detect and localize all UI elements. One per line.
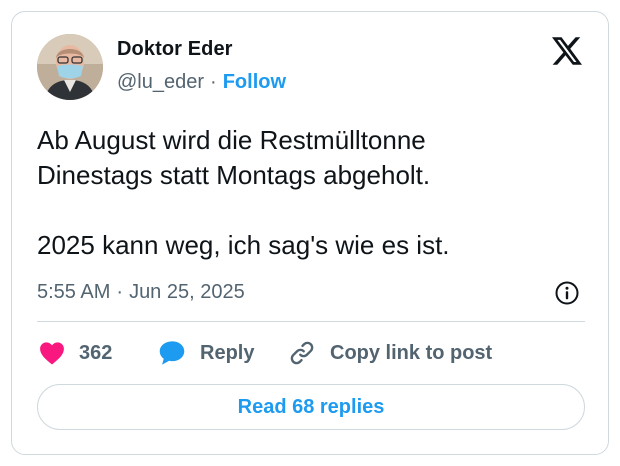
like-button[interactable]: 362 [39, 338, 112, 368]
post-time: 5:55 AM [37, 281, 111, 303]
divider [37, 321, 585, 322]
reply-button[interactable]: Reply [158, 338, 254, 368]
speech-bubble-icon [159, 341, 185, 365]
post-text: Ab August wird die Restmülltonne Dinesta… [37, 123, 587, 263]
link-icon [290, 341, 314, 365]
post-timestamp[interactable]: 5:55 AM · Jun 25, 2025 [37, 281, 245, 304]
separator-dot: · [210, 71, 217, 93]
info-icon[interactable] [554, 280, 580, 306]
author-name[interactable]: Doktor Eder [117, 38, 233, 61]
post-date: Jun 25, 2025 [129, 281, 245, 303]
separator-dot: · [116, 281, 124, 303]
author-handle[interactable]: @lu_eder [117, 71, 204, 94]
post-text-line: 2025 kann weg, ich sag's wie es ist. [37, 230, 450, 260]
like-count: 362 [79, 341, 113, 364]
x-logo-icon[interactable] [552, 37, 582, 65]
author-handle-row: @lu_eder · Follow [117, 71, 286, 94]
copy-link-button[interactable]: Copy link to post [288, 338, 492, 368]
heart-icon [40, 342, 64, 365]
copy-link-label: Copy link to post [330, 341, 493, 364]
author-avatar-image [37, 34, 103, 100]
read-replies-button[interactable]: Read 68 replies [37, 384, 585, 430]
author-avatar[interactable] [37, 34, 103, 100]
post-text-line: Dinestags statt Montags abgeholt. [37, 160, 431, 190]
follow-link[interactable]: Follow [223, 71, 286, 94]
reply-label: Reply [200, 341, 255, 364]
post-text-line: Ab August wird die Restmülltonne [37, 125, 426, 155]
embedded-post-card: Doktor Eder @lu_eder · Follow Ab August … [11, 11, 609, 455]
